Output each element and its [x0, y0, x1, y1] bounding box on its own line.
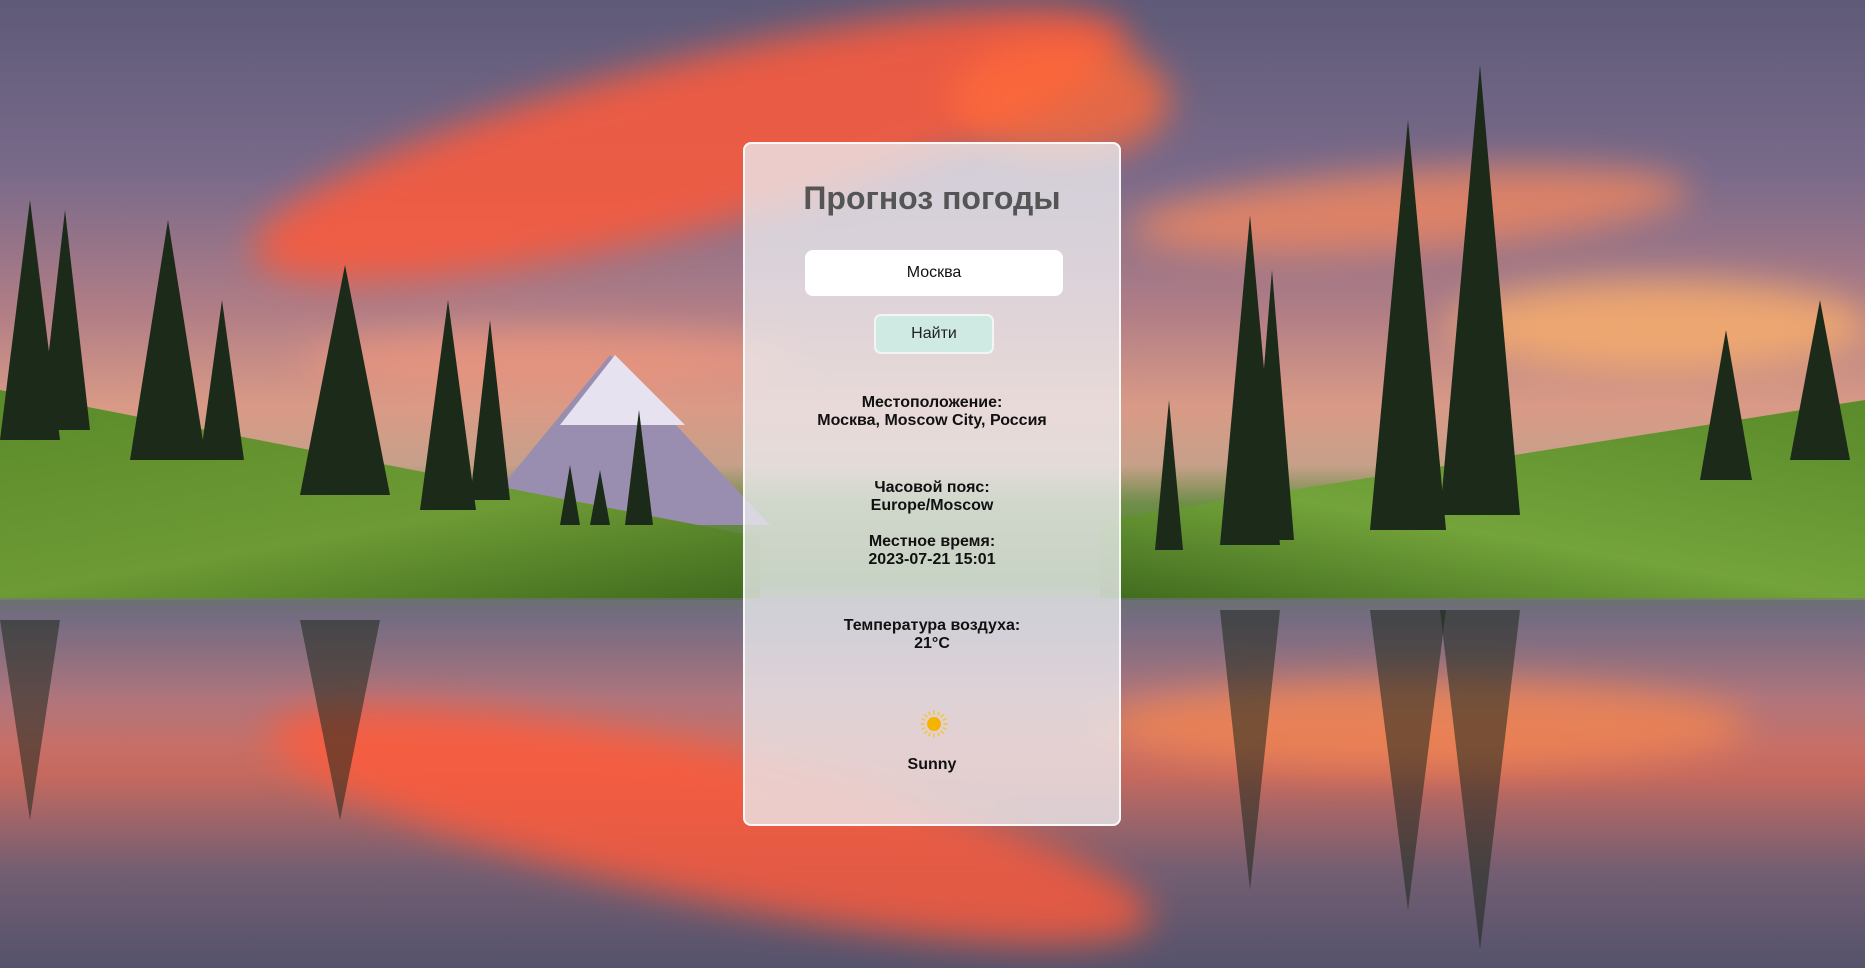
pine-tree: [470, 320, 510, 500]
tree-reflection: [0, 620, 60, 820]
pine-tree: [1700, 330, 1752, 480]
pine-tree: [300, 265, 390, 495]
localtime-info: Местное время: 2023-07-21 15:01: [745, 533, 1119, 569]
temperature-info: Температура воздуха: 21°C: [745, 617, 1119, 653]
location-value: Москва, Moscow City, Россия: [817, 412, 1047, 429]
pine-tree: [1250, 270, 1294, 540]
localtime-label: Местное время:: [868, 533, 996, 550]
sun-icon: [920, 710, 948, 738]
pine-tree: [590, 470, 610, 525]
pine-tree: [420, 300, 476, 510]
pine-tree: [1155, 400, 1183, 550]
localtime-value: 2023-07-21 15:01: [868, 551, 996, 568]
pine-tree: [200, 300, 244, 460]
temperature-value: 21°C: [914, 635, 950, 652]
pine-tree: [130, 220, 206, 460]
pine-tree: [1790, 300, 1850, 460]
timezone-info: Часовой пояс: Europe/Moscow: [745, 479, 1119, 515]
pine-tree: [1370, 120, 1446, 530]
mountain-snow: [560, 355, 685, 425]
page-title: Прогноз погоды: [803, 180, 1061, 216]
temperature-label: Температура воздуха:: [843, 617, 1021, 634]
pine-tree: [560, 465, 580, 525]
search-button[interactable]: Найти: [874, 314, 994, 354]
timezone-value: Europe/Moscow: [870, 497, 994, 514]
pine-tree: [625, 410, 653, 525]
city-search-input[interactable]: [805, 250, 1063, 296]
pine-tree: [1440, 65, 1520, 515]
weather-condition: Sunny: [907, 756, 957, 773]
tree-reflection: [300, 620, 380, 820]
timezone-label: Часовой пояс:: [874, 479, 990, 496]
tree-reflection: [1440, 610, 1520, 950]
tree-reflection: [1370, 610, 1446, 910]
location-label: Местоположение:: [861, 394, 1003, 411]
location-info: Местоположение: Москва, Moscow City, Рос…: [745, 394, 1119, 430]
pine-tree: [40, 210, 90, 430]
tree-reflection: [1220, 610, 1280, 890]
weather-card: Прогноз погоды Найти Местоположение: Мос…: [743, 142, 1121, 826]
